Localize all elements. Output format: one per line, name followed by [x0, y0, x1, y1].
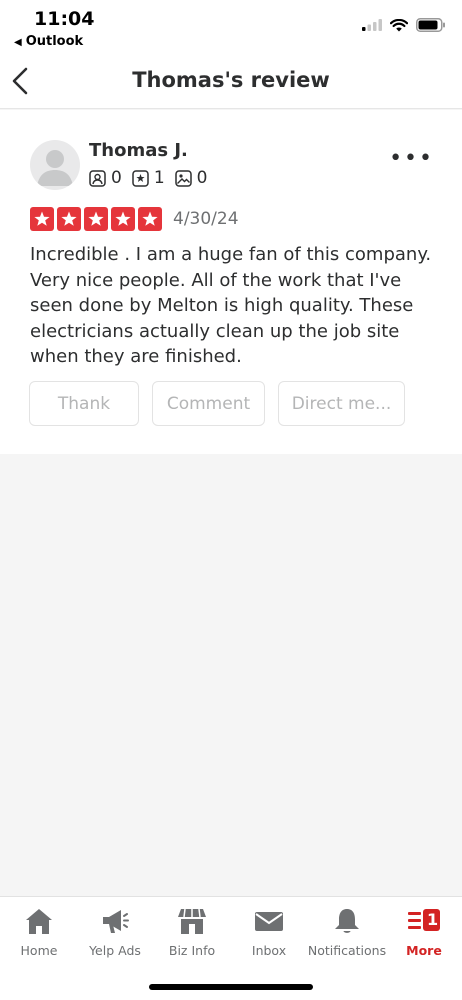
tab-home-label: Home: [20, 943, 58, 958]
friends-stat: 0: [89, 168, 122, 188]
star-icon: [111, 207, 135, 231]
signal-icon: [362, 19, 382, 31]
star-icon: [84, 207, 108, 231]
tab-more-label: More: [406, 943, 442, 958]
back-app-label: Outlook: [25, 34, 84, 49]
tab-yelp-ads-label: Yelp Ads: [89, 943, 141, 958]
friends-icon: [89, 169, 106, 187]
star-icon: [30, 207, 54, 231]
default-user-icon: [37, 150, 73, 186]
user-name[interactable]: Thomas J.: [89, 140, 188, 161]
tab-inbox-label: Inbox: [251, 943, 287, 958]
more-options-icon[interactable]: •••: [389, 148, 434, 170]
comment-button[interactable]: Comment: [152, 381, 265, 426]
tab-inbox[interactable]: Inbox: [230, 897, 308, 967]
reviews-stat: 1: [132, 168, 165, 188]
reviews-count: 1: [153, 168, 165, 188]
review-text: Incredible . I am a huge fan of this com…: [30, 244, 432, 367]
direct-message-button[interactable]: Direct me...: [278, 381, 405, 426]
avatar[interactable]: [30, 140, 80, 190]
review-actions: Thank Comment Direct me...: [29, 381, 405, 426]
star-icon: [138, 207, 162, 231]
status-icons: [362, 18, 446, 32]
back-to-app-link[interactable]: ◀ Outlook: [14, 34, 83, 49]
star-icon: [57, 207, 81, 231]
envelope-icon: [255, 912, 283, 931]
battery-icon: [416, 18, 445, 32]
friends-count: 0: [111, 168, 122, 188]
bell-icon: [335, 909, 359, 933]
tab-notifications[interactable]: Notifications: [307, 897, 387, 967]
page-title: Thomas's review: [132, 68, 330, 92]
photo-icon: [174, 169, 192, 187]
status-time: 11:04: [34, 8, 95, 30]
status-bar: 11:04 ◀ Outlook: [0, 0, 462, 54]
review-star-icon: [132, 169, 149, 187]
storefront-icon: [178, 908, 206, 934]
star-rating: [30, 207, 162, 231]
tab-home[interactable]: Home: [0, 897, 78, 967]
home-icon: [26, 909, 52, 934]
nav-bar: Thomas's review: [0, 54, 462, 109]
home-indicator: [149, 984, 313, 990]
tab-biz-info-label: Biz Info: [168, 943, 216, 958]
megaphone-icon: [103, 910, 129, 933]
photos-count: 0: [196, 168, 208, 188]
user-stats: 0 1 0: [89, 168, 207, 188]
photos-stat: 0: [174, 168, 208, 188]
wifi-icon: [390, 18, 408, 31]
review-card: Thomas J. 0 1 0 ••• 4/30/24 Incredible .…: [0, 110, 462, 454]
tab-notifications-label: Notifications: [307, 943, 387, 958]
tab-more[interactable]: 1 More: [385, 897, 462, 967]
back-triangle-icon: ◀: [14, 37, 22, 48]
tab-yelp-ads[interactable]: Yelp Ads: [76, 897, 154, 967]
tab-biz-info[interactable]: Biz Info: [153, 897, 231, 967]
more-badge-count: 1: [427, 910, 439, 929]
thank-button[interactable]: Thank: [29, 381, 139, 426]
review-date: 4/30/24: [173, 209, 239, 229]
